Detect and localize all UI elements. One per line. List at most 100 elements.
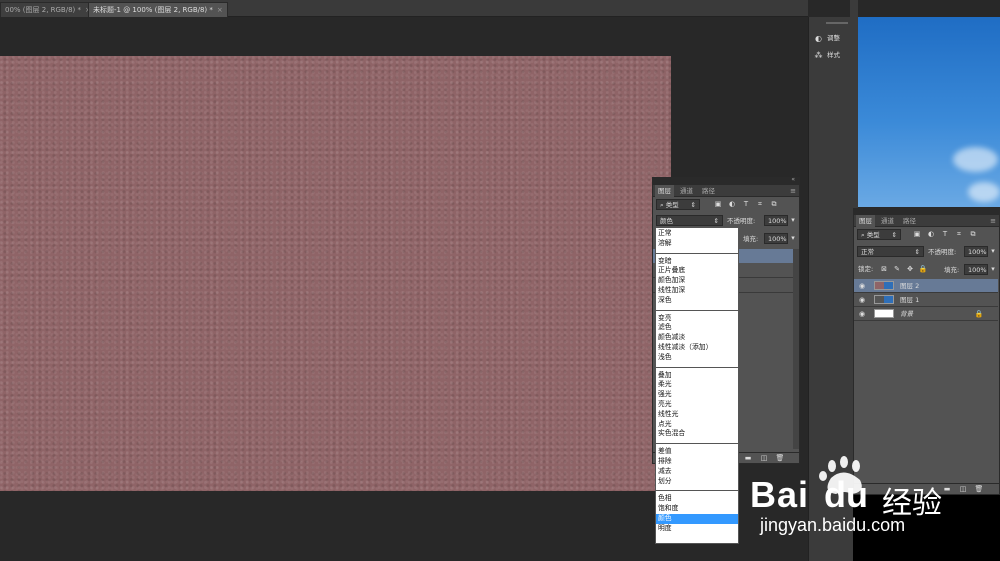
cloud (968, 182, 1000, 202)
blend-mode-option[interactable]: 强光 (656, 390, 738, 400)
blend-mode-option[interactable]: 柔光 (656, 380, 738, 390)
chevron-icon: ⇕ (713, 217, 719, 225)
tab-channels[interactable]: 通道 (878, 215, 897, 227)
type-filter-icon[interactable]: T (741, 199, 751, 209)
eye-icon[interactable]: ◉ (857, 281, 867, 291)
document-tab-1[interactable]: 00% (图层 2, RGB/8) *× (0, 2, 96, 17)
blend-mode-option[interactable]: 线性光 (656, 410, 738, 420)
menu-separator (656, 443, 738, 445)
blend-mode-option[interactable]: 点光 (656, 420, 738, 430)
adjustment-filter-icon[interactable]: ◐ (727, 199, 737, 209)
pixel-filter-icon[interactable]: ▣ (912, 229, 922, 239)
close-icon[interactable]: × (217, 6, 223, 14)
chevron-icon: ⇕ (891, 231, 897, 239)
layer-name[interactable]: 图层 2 (900, 279, 919, 293)
dock-item-adjustments[interactable]: ◐ 调整 (814, 31, 840, 45)
document-canvas[interactable] (0, 56, 671, 491)
blend-mode-option[interactable]: 亮光 (656, 400, 738, 410)
panel-menu-icon[interactable]: ≡ (790, 185, 796, 197)
baidu-brand-text: Bai (750, 474, 810, 515)
opacity-input[interactable]: 100% (964, 246, 988, 257)
shape-filter-icon[interactable]: ⌗ (954, 229, 964, 239)
blend-mode-value: 正常 (861, 248, 874, 256)
document-tab-2[interactable]: 未标题-1 @ 100% (图层 2, RGB/8) * × (88, 2, 228, 17)
layer-filter-select[interactable]: ⌕ 类型 ⇕ (857, 229, 901, 240)
blend-mode-option[interactable]: 颜色减淡 (656, 333, 738, 343)
opacity-label: 不透明度: (928, 248, 957, 256)
filter-kind-label: 类型 (665, 201, 679, 209)
blend-mode-option[interactable]: 颜色加深 (656, 276, 738, 286)
layer-row[interactable]: ◉ 背景 🔒 (854, 307, 998, 321)
tab-paths[interactable]: 路径 (900, 215, 919, 227)
eye-icon[interactable]: ◉ (857, 295, 867, 305)
chevron-icon: ⇕ (914, 248, 920, 256)
layer-name[interactable]: 背景 (900, 307, 913, 321)
fill-label: 填充: (944, 266, 960, 274)
scrollbar[interactable] (793, 249, 799, 449)
collapse-icon[interactable]: « (791, 176, 795, 183)
dock-item-styles[interactable]: ⁂ 样式 (814, 48, 841, 62)
fill-input[interactable]: 100% (764, 233, 788, 244)
menu-separator (656, 366, 738, 368)
tab-channels[interactable]: 通道 (677, 185, 696, 197)
layer-row[interactable]: ◉ 图层 2 (854, 279, 998, 293)
blend-mode-option[interactable]: 浅色 (656, 353, 738, 363)
sky-image-preview (858, 17, 1000, 207)
adjustment-filter-icon[interactable]: ◐ (926, 229, 936, 239)
smart-object-filter-icon[interactable]: ⧉ (968, 229, 978, 239)
layer-thumbnail (874, 295, 894, 304)
panel-menu-icon[interactable]: ≡ (990, 215, 996, 227)
chevron-down-icon[interactable]: ▾ (988, 264, 998, 274)
blend-mode-option[interactable]: 线性减淡（添加） (656, 343, 738, 353)
document-tab-bar: 00% (图层 2, RGB/8) *× 未标题-1 @ 100% (图层 2,… (0, 0, 808, 17)
blend-mode-option[interactable]: 滤色 (656, 323, 738, 333)
type-filter-icon[interactable]: T (940, 229, 950, 239)
layer-thumbnail (874, 281, 894, 290)
layer-thumbnail (874, 309, 894, 318)
menu-separator (656, 309, 738, 311)
blend-mode-option[interactable]: 变亮 (656, 314, 738, 324)
styles-icon: ⁂ (814, 50, 823, 60)
layer-row[interactable]: ◉ 图层 1 (854, 293, 998, 307)
chevron-icon: ⇕ (690, 201, 696, 209)
panel-titlebar[interactable]: « (653, 176, 799, 185)
chevron-down-icon[interactable]: ▾ (788, 233, 798, 243)
chevron-down-icon[interactable]: ▾ (988, 246, 998, 256)
shape-filter-icon[interactable]: ⌗ (755, 199, 765, 209)
lock-position-icon[interactable]: ✥ (905, 264, 915, 274)
opacity-label: 不透明度: (727, 217, 756, 225)
fill-input[interactable]: 100% (964, 264, 988, 275)
adjustments-icon: ◐ (815, 33, 822, 43)
pixel-filter-icon[interactable]: ▣ (713, 199, 723, 209)
blend-mode-option[interactable]: 线性加深 (656, 286, 738, 296)
filter-kind-label: 类型 (866, 231, 880, 239)
dock-item-label: 样式 (827, 51, 840, 59)
tab-paths[interactable]: 路径 (699, 185, 718, 197)
watermark-url: jingyan.baidu.com (760, 515, 906, 535)
panel-tabs: 图层 通道 路径 ≡ (653, 185, 799, 197)
lock-all-icon[interactable]: 🔒 (918, 264, 928, 274)
blend-mode-option[interactable]: 实色混合 (656, 429, 738, 439)
blend-mode-option[interactable]: 溶解 (656, 239, 738, 249)
tab-layers[interactable]: 图层 (856, 215, 875, 227)
blend-mode-option[interactable]: 深色 (656, 296, 738, 306)
chevron-down-icon[interactable]: ▾ (788, 215, 798, 225)
eye-icon[interactable]: ◉ (857, 309, 867, 319)
layer-filter-select[interactable]: ⌕ 类型 ⇕ (656, 199, 700, 210)
blend-mode-option[interactable]: 正常 (656, 229, 738, 239)
blend-mode-option[interactable]: 正片叠底 (656, 266, 738, 276)
lock-transparent-icon[interactable]: ⊠ (879, 264, 889, 274)
blend-mode-select[interactable]: 颜色 ⇕ (656, 215, 723, 226)
fill-label: 填充: (743, 235, 759, 243)
lock-label: 锁定: (858, 265, 874, 273)
blend-mode-option[interactable]: 叠加 (656, 371, 738, 381)
tab-layers[interactable]: 图层 (655, 185, 674, 197)
blend-mode-option[interactable]: 变暗 (656, 257, 738, 267)
lock-image-icon[interactable]: ✎ (892, 264, 902, 274)
opacity-input[interactable]: 100% (764, 215, 788, 226)
layer-name[interactable]: 图层 1 (900, 293, 919, 307)
smart-object-filter-icon[interactable]: ⧉ (769, 199, 779, 209)
menu-separator (656, 252, 738, 254)
dock-grip[interactable] (826, 22, 848, 24)
blend-mode-select[interactable]: 正常 ⇕ (857, 246, 924, 257)
